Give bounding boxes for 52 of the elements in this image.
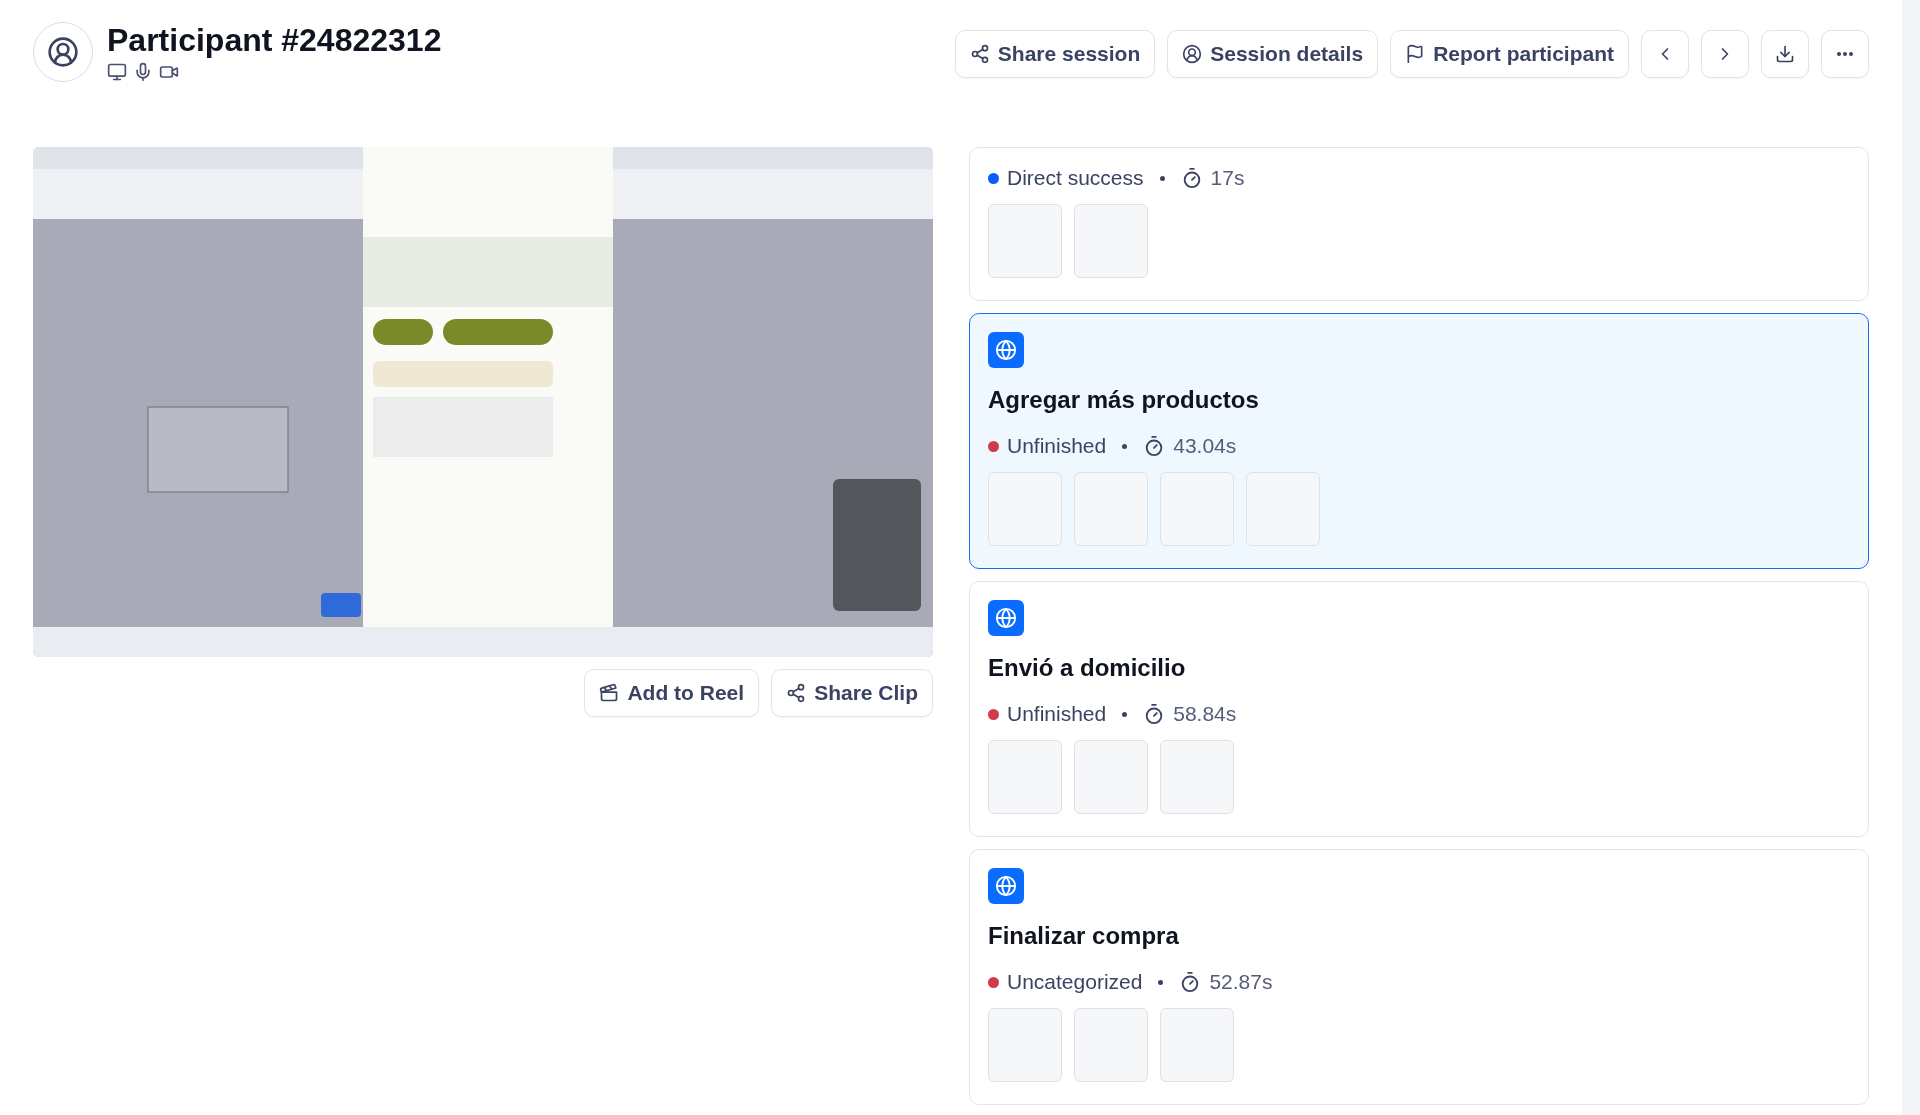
task-status: Unfinished <box>1007 434 1107 458</box>
task-title: Envió a domicilio <box>988 654 1187 682</box>
screen-icon <box>107 62 127 82</box>
microphone-icon <box>133 62 153 82</box>
task-status: Unfinished <box>1007 702 1107 726</box>
thumbnail[interactable] <box>988 1008 1062 1082</box>
previous-button[interactable] <box>1641 30 1689 78</box>
separator-dot <box>1122 443 1128 449</box>
task-duration: 52.87s <box>1209 970 1273 994</box>
thumbnail[interactable] <box>1074 1008 1148 1082</box>
task-duration: 58.84s <box>1173 702 1237 726</box>
thumbnail[interactable] <box>1246 472 1320 546</box>
share-icon <box>786 683 807 703</box>
next-button[interactable] <box>1701 30 1749 78</box>
task-duration: 43.04s <box>1173 434 1237 458</box>
download-icon <box>1775 44 1795 64</box>
more-button[interactable] <box>1821 30 1869 78</box>
separator-dot <box>1159 175 1165 181</box>
task-card[interactable]: Agregar más productos Unfinished 43.04s <box>969 313 1869 569</box>
separator-dot <box>1122 711 1128 717</box>
thumbnail[interactable] <box>1074 472 1148 546</box>
thumbnail[interactable] <box>988 204 1062 278</box>
share-icon <box>969 44 990 64</box>
globe-icon <box>988 600 1024 636</box>
thumbnail[interactable] <box>1160 1008 1234 1082</box>
user-circle-icon <box>1182 44 1203 64</box>
task-card[interactable]: Envió a domicilio Unfinished 58.84s <box>969 581 1869 837</box>
globe-icon <box>988 868 1024 904</box>
thumbnail[interactable] <box>1074 740 1148 814</box>
thumbnail[interactable] <box>988 740 1062 814</box>
task-title: Finalizar compra <box>988 922 1180 950</box>
share-clip-button[interactable]: Share Clip <box>771 669 933 717</box>
thumbnail[interactable] <box>1160 740 1234 814</box>
thumbnail[interactable] <box>1074 204 1148 278</box>
task-card[interactable]: Direct success 17s <box>969 147 1869 301</box>
thumbnail[interactable] <box>1160 472 1234 546</box>
separator-dot <box>1158 979 1164 985</box>
globe-icon <box>988 332 1024 368</box>
flag-icon <box>1405 44 1426 64</box>
task-status: Direct success <box>1007 166 1144 190</box>
download-button[interactable] <box>1761 30 1809 78</box>
add-to-reel-button[interactable]: Add to Reel <box>584 669 760 717</box>
task-card[interactable]: Finalizar compra Uncategorized 52.87s <box>969 849 1869 1105</box>
share-session-button[interactable]: Share session <box>954 30 1156 78</box>
thumbnail[interactable] <box>988 472 1062 546</box>
task-title: Agregar más productos <box>988 386 1260 414</box>
task-status: Uncategorized <box>1007 970 1143 994</box>
session-details-button[interactable]: Session details <box>1167 30 1379 78</box>
report-participant-button[interactable]: Report participant <box>1390 30 1629 78</box>
task-duration: 17s <box>1210 166 1245 190</box>
participant-title: Participant #24822312 <box>107 22 442 58</box>
more-icon <box>1837 52 1853 56</box>
